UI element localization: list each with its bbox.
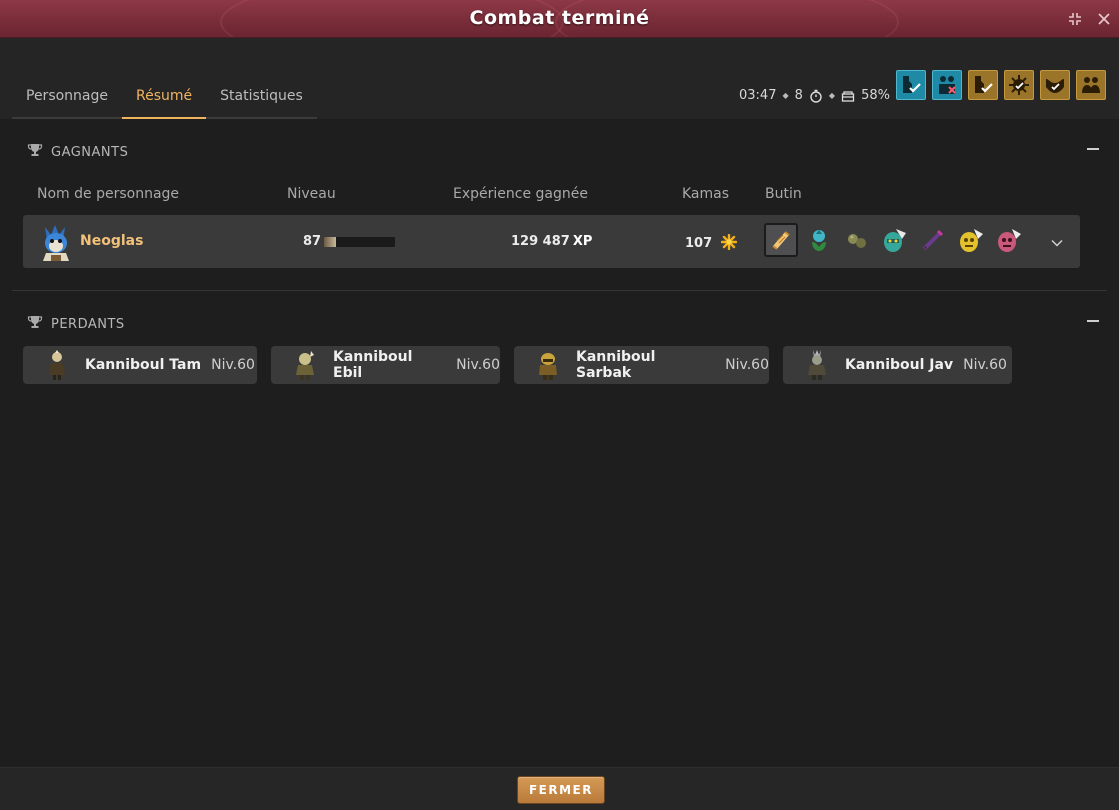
column-level: Niveau: [287, 186, 336, 202]
winner-row[interactable]: Neoglas 87 129 487 XP 107: [23, 215, 1080, 268]
close-button[interactable]: FERMER: [517, 776, 605, 804]
fight-percentage: 58%: [861, 88, 890, 103]
avatar: [534, 350, 562, 380]
avatar: [291, 350, 319, 380]
collapse-losers-button[interactable]: [1087, 320, 1099, 322]
winners-title: GAGNANTS: [51, 144, 129, 160]
loser-level: Niv.60: [211, 357, 255, 373]
title-bar: Combat terminé: [0, 0, 1119, 38]
loser-card[interactable]: Kanniboul Tam Niv.60: [23, 346, 257, 384]
loser-level: Niv.60: [725, 357, 769, 373]
challenge-icon[interactable]: [1076, 70, 1106, 100]
level-progress-fill: [324, 237, 337, 247]
xp-value: 129 487: [511, 234, 570, 249]
level-progress-bar: [324, 237, 395, 247]
loot-list: [764, 223, 1026, 257]
content-area: GAGNANTS Nom de personnage Niveau Expéri…: [0, 119, 1119, 767]
tab-resume[interactable]: Résumé: [122, 78, 207, 119]
loot-item-plant-icon[interactable]: [802, 223, 836, 257]
fight-turns: 8: [794, 88, 803, 103]
winner-name[interactable]: Neoglas: [80, 233, 143, 249]
header: Personnage Résumé Statistiques 03:47 ◆ 8…: [0, 38, 1119, 119]
fight-info: 03:47 ◆ 8 ◆ 58%: [739, 88, 890, 103]
loser-name: Kanniboul Jav: [845, 357, 954, 373]
challenge-icon[interactable]: [896, 70, 926, 100]
winner-level: 87: [303, 234, 322, 249]
loser-card[interactable]: Kanniboul Jav Niv.60: [783, 346, 1012, 384]
challenge-list: [896, 70, 1106, 100]
winners-header: GAGNANTS: [27, 143, 128, 161]
challenge-icon[interactable]: [968, 70, 998, 100]
loot-item-feathered-mask-icon[interactable]: [878, 223, 912, 257]
loser-card[interactable]: Kanniboul Ebil Niv.60: [271, 346, 500, 384]
loser-level: Niv.60: [456, 357, 500, 373]
challenge-icon[interactable]: [932, 70, 962, 100]
winner-kamas: 107: [685, 233, 737, 254]
loot-item-pink-mask-icon[interactable]: [992, 223, 1026, 257]
losers-title: PERDANTS: [51, 316, 125, 332]
xp-unit: XP: [572, 234, 593, 249]
loser-name: Kanniboul Tam: [85, 357, 202, 373]
loser-card[interactable]: Kanniboul Sarbak Niv.60: [514, 346, 769, 384]
challenge-icon[interactable]: [1004, 70, 1034, 100]
collapse-winners-button[interactable]: [1087, 148, 1099, 150]
window-title: Combat terminé: [469, 7, 650, 29]
avatar: [803, 350, 831, 380]
fight-duration: 03:47: [739, 88, 777, 103]
close-icon[interactable]: [1095, 10, 1113, 28]
challenge-icon[interactable]: [1040, 70, 1070, 100]
losers-header: PERDANTS: [27, 315, 125, 333]
column-loot: Butin: [765, 186, 802, 202]
trophy-icon: [27, 143, 43, 161]
loser-name: Kanniboul Ebil: [333, 349, 413, 381]
chest-icon: [841, 88, 855, 103]
chevron-down-icon[interactable]: [1050, 235, 1064, 249]
loot-item-dagger-icon[interactable]: [916, 223, 950, 257]
kama-icon: [720, 233, 737, 254]
separator-dot: ◆: [782, 91, 789, 100]
column-name: Nom de personnage: [37, 186, 180, 202]
loser-name: Kanniboul Sarbak: [576, 349, 656, 381]
column-xp: Expérience gagnée: [453, 186, 588, 202]
tab-bar: Personnage Résumé Statistiques: [12, 78, 317, 119]
section-divider: [12, 290, 1107, 291]
tab-personnage[interactable]: Personnage: [12, 78, 122, 119]
loser-level: Niv.60: [963, 357, 1007, 373]
separator-dot: ◆: [828, 91, 836, 100]
loot-item-scroll-icon[interactable]: [764, 223, 798, 257]
kamas-value: 107: [685, 236, 713, 251]
avatar: [37, 221, 75, 261]
trophy-icon: [27, 315, 43, 333]
loot-item-stones-icon[interactable]: [840, 223, 874, 257]
tab-statistiques[interactable]: Statistiques: [206, 78, 317, 119]
winner-xp: 129 487 XP: [511, 234, 592, 249]
minimize-icon[interactable]: [1066, 10, 1084, 28]
loot-item-yellow-mask-icon[interactable]: [954, 223, 988, 257]
column-kamas: Kamas: [682, 186, 730, 202]
footer: FERMER: [0, 767, 1119, 810]
timer-icon: [809, 88, 823, 103]
avatar: [43, 350, 71, 380]
